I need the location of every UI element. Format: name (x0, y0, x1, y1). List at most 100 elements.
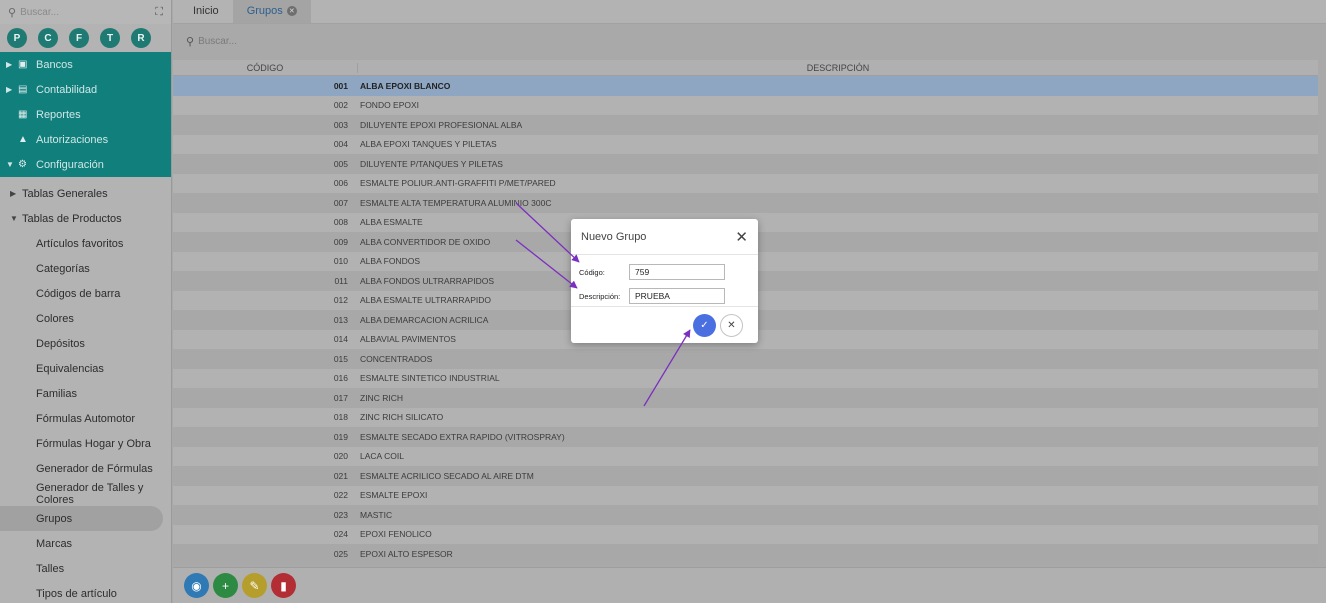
sidebar-search-input[interactable]: Buscar... (20, 7, 59, 18)
sidebar-item-formulas-automotor[interactable]: Fórmulas Automotor (0, 406, 171, 431)
sidebar-item-talles[interactable]: Talles (0, 556, 171, 581)
table-row[interactable]: 025 EPOXI ALTO ESPESOR (173, 544, 1318, 564)
trash-icon: ▮ (280, 578, 287, 593)
sidebar-item-bancos[interactable]: ▶ ▣ Bancos (0, 52, 171, 77)
sidebar-item-codigos-de-barra[interactable]: Códigos de barra (0, 281, 171, 306)
cell-codigo: 021 (333, 470, 348, 481)
sidebar-search[interactable]: ⚲ Buscar... ⛶ (0, 0, 171, 24)
tab-inicio[interactable]: Inicio (179, 0, 233, 23)
main-search-input[interactable]: Buscar... (198, 36, 237, 47)
sidebar-item-generador-de-formulas[interactable]: Generador de Fórmulas (0, 456, 171, 481)
sidebar-item-articulos-favoritos[interactable]: Artículos favoritos (0, 231, 171, 256)
cell-codigo: 015 (333, 353, 348, 364)
sidebar-item-label: Tablas Generales (22, 187, 108, 200)
sidebar-item-configuracion[interactable]: ▼ ⚙ Configuración (0, 152, 171, 177)
sidebar-item-familias[interactable]: Familias (0, 381, 171, 406)
column-header-codigo[interactable]: CÓDIGO (173, 62, 358, 73)
action-toolbar: ◉ + ✎ ▮ (173, 567, 1326, 603)
quick-button-c[interactable]: C (38, 28, 58, 48)
close-icon: ✕ (727, 319, 736, 331)
table-row[interactable]: 023 MASTIC (173, 505, 1318, 525)
cell-codigo: 002 (333, 100, 348, 111)
table-row[interactable]: 016 ESMALTE SINTETICO INDUSTRIAL (173, 368, 1318, 388)
dialog-footer: ✓ ✕ (571, 306, 758, 343)
add-button[interactable]: + (213, 573, 238, 598)
pencil-icon: ✎ (249, 578, 260, 593)
table-row[interactable]: 005 DILUYENTE P/TANQUES Y PILETAS (173, 154, 1318, 174)
table-row[interactable]: 017 ZINC RICH (173, 388, 1318, 408)
caret-down-icon: ▼ (6, 160, 14, 169)
sidebar-item-label: Bancos (36, 58, 73, 71)
quick-access-bar: P C F T R (0, 24, 171, 52)
table-row[interactable]: 024 EPOXI FENOLICO (173, 524, 1318, 544)
descripcion-label: Descripción: (579, 291, 621, 301)
sidebar-item-categorias[interactable]: Categorías (0, 256, 171, 281)
table-row[interactable]: 007 ESMALTE ALTA TEMPERATURA ALUMINIO 300… (173, 193, 1318, 213)
confirm-button[interactable]: ✓ (693, 313, 716, 337)
sidebar-item-formulas-hogar-y-obra[interactable]: Fórmulas Hogar y Obra (0, 431, 171, 456)
tab-grupos[interactable]: Grupos ✕ (232, 0, 311, 23)
view-button[interactable]: ◉ (184, 573, 209, 598)
cancel-button[interactable]: ✕ (720, 313, 743, 337)
sidebar-item-autorizaciones[interactable]: ▲ Autorizaciones (0, 127, 171, 152)
cell-codigo: 009 (333, 236, 348, 247)
table-row[interactable]: 001 ALBA EPOXI BLANCO (173, 76, 1318, 96)
table-row[interactable]: 006 ESMALTE POLIUR.ANTI-GRAFFITI P/MET/PA… (173, 173, 1318, 193)
check-icon: ✓ (700, 319, 709, 331)
table-row[interactable]: 004 ALBA EPOXI TANQUES Y PILETAS (173, 134, 1318, 154)
sidebar-item-reportes[interactable]: ▦ Reportes (0, 102, 171, 127)
table-row[interactable]: 020 LACA COIL (173, 446, 1318, 466)
expand-icon[interactable]: ⛶ (155, 6, 163, 19)
cell-codigo: 003 (333, 119, 348, 130)
caret-right-icon: ▶ (6, 85, 13, 94)
sidebar-item-colores[interactable]: Colores (0, 306, 171, 331)
table-row[interactable]: 003 DILUYENTE EPOXI PROFESIONAL ALBA (173, 115, 1318, 135)
cell-descripcion: ESMALTE SECADO EXTRA RAPIDO (VITROSPRAY) (360, 431, 565, 442)
sidebar-item-depositos[interactable]: Depósitos (0, 331, 171, 356)
sidebar-item-tablas-generales[interactable]: ▶ Tablas Generales (0, 181, 171, 206)
table-row[interactable]: 021 ESMALTE ACRILICO SECADO AL AIRE DTM (173, 466, 1318, 486)
column-header-descripcion[interactable]: DESCRIPCIÓN (358, 63, 1318, 73)
sidebar-item-equivalencias[interactable]: Equivalencias (0, 356, 171, 381)
cell-codigo: 001 (333, 80, 348, 91)
sidebar-item-tablas-de-productos[interactable]: ▼ Tablas de Productos (0, 206, 171, 231)
cell-codigo: 022 (333, 490, 348, 501)
cell-codigo: 010 (333, 256, 348, 267)
sidebar-item-grupos[interactable]: Grupos (0, 506, 163, 531)
quick-button-f[interactable]: F (69, 28, 89, 48)
table-row[interactable]: 022 ESMALTE EPOXI (173, 485, 1318, 505)
descripcion-row: Descripción: PRUEBA (571, 284, 758, 308)
main-search[interactable]: ⚲ Buscar... (173, 30, 1326, 52)
cell-codigo: 004 (333, 139, 348, 150)
edit-button[interactable]: ✎ (242, 573, 267, 598)
cell-descripcion: DILUYENTE EPOXI PROFESIONAL ALBA (360, 119, 523, 130)
cell-descripcion: DILUYENTE P/TANQUES Y PILETAS (360, 158, 503, 169)
table-row[interactable]: 019 ESMALTE SECADO EXTRA RAPIDO (VITROSPR… (173, 427, 1318, 447)
cell-descripcion: ALBAVIAL PAVIMENTOS (360, 334, 456, 345)
cell-descripcion: MASTIC (360, 509, 393, 520)
table-row[interactable]: 018 ZINC RICH SILICATO (173, 407, 1318, 427)
sidebar-item-contabilidad[interactable]: ▶ ▤ Contabilidad (0, 77, 171, 102)
sidebar-item-label: Tablas de Productos (22, 212, 122, 225)
cell-descripcion: ALBA ESMALTE ULTRARRAPIDO (360, 295, 491, 306)
quick-button-t[interactable]: T (100, 28, 120, 48)
close-tab-icon[interactable]: ✕ (286, 6, 297, 16)
delete-button[interactable]: ▮ (271, 573, 296, 598)
cell-descripcion: ESMALTE ALTA TEMPERATURA ALUMINIO 300C (360, 197, 552, 208)
sidebar-item-marcas[interactable]: Marcas (0, 531, 171, 556)
caret-down-icon: ▼ (10, 214, 18, 223)
descripcion-input[interactable]: PRUEBA (629, 288, 725, 304)
sidebar-item-generador-de-talles-y-colores[interactable]: Generador de Talles y Colores (0, 481, 171, 506)
codigo-input[interactable]: 759 (629, 264, 725, 280)
table-row[interactable]: 002 FONDO EPOXI (173, 95, 1318, 115)
quick-button-r[interactable]: R (131, 28, 151, 48)
close-icon[interactable]: ✕ (735, 228, 748, 246)
cell-descripcion: ALBA FONDOS (360, 256, 420, 267)
quick-button-p[interactable]: P (7, 28, 27, 48)
plus-icon: + (221, 578, 229, 593)
cell-codigo: 025 (333, 548, 348, 559)
cell-descripcion: ESMALTE EPOXI (360, 490, 428, 501)
sidebar-item-tipos-de-articulo[interactable]: Tipos de artículo (0, 581, 171, 603)
cell-codigo: 005 (333, 158, 348, 169)
table-row[interactable]: 015 CONCENTRADOS (173, 349, 1318, 369)
